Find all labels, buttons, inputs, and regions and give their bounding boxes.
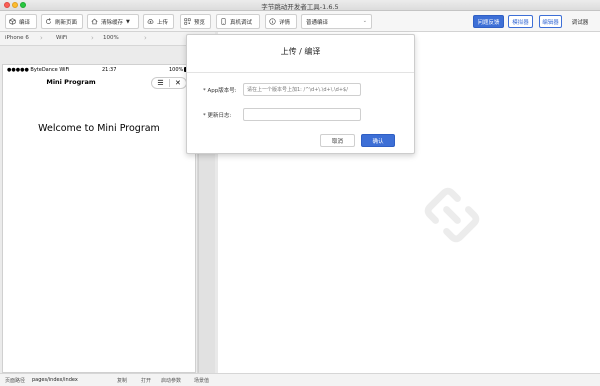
refresh-icon <box>45 18 52 25</box>
phone-nav-bar: Mini Program ☰ ✕ <box>3 74 195 91</box>
debugger-toggle-button[interactable]: 调试器 <box>566 15 594 28</box>
welcome-text: Welcome to Mini Program <box>38 123 160 134</box>
chevron-right-icon: › <box>40 34 43 42</box>
chevron-right-icon: › <box>144 34 147 42</box>
device-bar: iPhone 6 › WiFi › 100% › <box>0 32 215 46</box>
open-path-link[interactable]: 打开 <box>141 377 151 384</box>
nav-title: Mini Program <box>46 78 96 86</box>
compile-mode-value: 普通编译 <box>306 19 329 26</box>
refresh-label: 刷新页面 <box>55 19 78 26</box>
carrier-text: ●●●●● ByteDance WiFi <box>7 67 70 73</box>
phone-status-bar: ●●●●● ByteDance WiFi 21:37 100% <box>3 65 195 74</box>
phone-screen: ●●●●● ByteDance WiFi 21:37 100% Mini Pro… <box>2 64 196 373</box>
clear-cache-button[interactable]: 清除缓存 ▼ <box>87 14 139 29</box>
upload-label: 上传 <box>157 19 169 26</box>
update-log-label: * 更新日志: <box>203 113 232 119</box>
simulator-toggle-button[interactable]: 模拟器 <box>508 15 533 28</box>
path-value: pages/index/index <box>32 377 78 383</box>
home-icon <box>91 18 98 25</box>
battery-text: 100% <box>169 67 184 73</box>
upload-button[interactable]: 上传 <box>143 14 174 29</box>
dialog-title: 上传 / 编译 <box>280 47 321 56</box>
compile-mode-select[interactable]: 普通编译 ⌄ <box>301 14 372 29</box>
toolbar: 编译 刷新页面 清除缓存 ▼ 上传 预览 真机调试 详情 普通编译 ⌄ 问题反馈… <box>0 11 600 32</box>
bytedance-logo-icon <box>424 187 480 243</box>
device-debug-button[interactable]: 真机调试 <box>216 14 260 29</box>
details-button[interactable]: 详情 <box>265 14 297 29</box>
phone-icon <box>220 18 227 25</box>
qr-code-icon <box>184 18 191 25</box>
refresh-button[interactable]: 刷新页面 <box>41 14 83 29</box>
copy-path-link[interactable]: 复制 <box>117 377 127 384</box>
cancel-button[interactable]: 取消 <box>320 134 355 147</box>
window-title: 字节跳动开发者工具-1.6.5 <box>261 3 339 11</box>
cloud-upload-icon <box>147 18 154 25</box>
device-debug-label: 真机调试 <box>230 19 253 26</box>
menu-icon[interactable]: ☰ <box>152 79 169 87</box>
start-params-link[interactable]: 启动参数 <box>161 377 181 384</box>
chevron-right-icon: › <box>91 34 94 42</box>
time-text: 21:37 <box>102 67 117 73</box>
compile-label: 编译 <box>19 19 31 26</box>
info-icon <box>269 18 276 25</box>
version-label: * App版本号: <box>203 88 237 94</box>
confirm-button[interactable]: 确认 <box>361 134 395 147</box>
version-input[interactable] <box>243 83 361 96</box>
details-label: 详情 <box>279 19 291 26</box>
preview-button[interactable]: 预览 <box>180 14 211 29</box>
window-titlebar: 字节跳动开发者工具-1.6.5 <box>0 0 600 11</box>
status-bar: 页面路径 pages/index/index 复制 打开 启动参数 场景值 <box>0 373 600 386</box>
capsule-menu[interactable]: ☰ ✕ <box>151 77 187 89</box>
feedback-button[interactable]: 问题反馈 <box>473 15 504 28</box>
preview-label: 预览 <box>194 19 206 26</box>
dialog-divider <box>187 72 414 73</box>
zoom-select[interactable]: 100% <box>103 35 119 41</box>
editor-toggle-button[interactable]: 编辑器 <box>539 15 562 28</box>
chevron-down-icon: ▼ <box>126 18 130 25</box>
path-label: 页面路径 <box>5 378 26 384</box>
network-select[interactable]: WiFi <box>56 35 67 41</box>
close-icon[interactable]: ✕ <box>170 79 186 87</box>
cube-icon <box>9 18 16 25</box>
chevron-down-icon: ⌄ <box>362 18 367 24</box>
update-log-input[interactable] <box>243 108 361 121</box>
simulator-panel: ●●●●● ByteDance WiFi 21:37 100% Mini Pro… <box>0 46 197 373</box>
upload-dialog: 上传 / 编译 * App版本号: * 更新日志: 取消 确认 <box>186 34 415 154</box>
scene-value-link[interactable]: 场景值 <box>194 377 209 384</box>
compile-button[interactable]: 编译 <box>5 14 37 29</box>
device-select[interactable]: iPhone 6 <box>5 35 29 41</box>
clear-cache-label: 清除缓存 <box>101 19 124 26</box>
